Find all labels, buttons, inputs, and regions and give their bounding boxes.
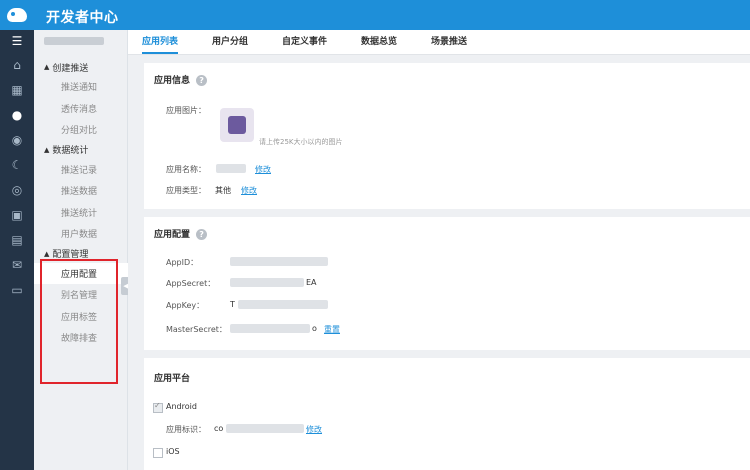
- main-content: 应用信息? 应用图片： 请上传25K大小以内的图片 应用名称： 修改 应用类型：…: [128, 55, 750, 470]
- appkey-head: T: [230, 300, 235, 309]
- tab-user-groups[interactable]: 用户分组: [212, 30, 248, 54]
- app-image[interactable]: [220, 108, 254, 142]
- appkey-value: [238, 300, 328, 309]
- eye-icon[interactable]: ◉: [0, 127, 34, 152]
- help-icon[interactable]: ?: [196, 229, 208, 240]
- app-type-label: 应用类型：: [166, 186, 206, 195]
- user-name: [34, 30, 127, 52]
- edit-app-id-link[interactable]: 修改: [306, 424, 322, 435]
- sidebar-item-app-tags[interactable]: 应用标签: [34, 306, 127, 328]
- nav-group-config[interactable]: ▲ 配置管理: [34, 245, 127, 263]
- push-icon[interactable]: ●: [0, 102, 34, 127]
- app-id-value: [226, 424, 304, 433]
- menu-icon[interactable]: ☰: [0, 30, 34, 52]
- icon-rail: ☰ ⌂ ▦ ● ◉ ☾ ◎ ▣ ▤ ✉ ▭: [0, 30, 34, 470]
- sidebar-item-user-data[interactable]: 用户数据: [34, 223, 127, 245]
- phone-icon[interactable]: ▣: [0, 202, 34, 227]
- app-image-hint: 请上传25K大小以内的图片: [259, 138, 343, 146]
- sidebar-item-troubleshoot[interactable]: 故障排查: [34, 327, 127, 349]
- mastersecret-value: [230, 324, 310, 333]
- moon-icon[interactable]: ☾: [0, 152, 34, 177]
- app-info-title: 应用信息?: [154, 73, 208, 86]
- top-bar: 开发者中心: [0, 0, 750, 30]
- fingerprint-icon[interactable]: ◎: [0, 177, 34, 202]
- sidebar-item-group-compare[interactable]: 分组对比: [34, 119, 127, 141]
- appsecret-value: [230, 278, 304, 287]
- caret-up-icon: ▲: [44, 145, 50, 154]
- app-title: 开发者中心: [46, 10, 119, 26]
- app-platform-card: 应用平台 Android 应用标识： co 修改 iOS: [144, 358, 750, 470]
- appkey-label: AppKey：: [166, 301, 205, 310]
- edit-app-name-link[interactable]: 修改: [255, 164, 271, 175]
- dashboard-icon[interactable]: ▦: [0, 77, 34, 102]
- mastersecret-label: MasterSecret：: [166, 325, 227, 334]
- app-config-title: 应用配置?: [154, 227, 208, 240]
- tab-scene-push[interactable]: 场景推送: [431, 30, 467, 54]
- app-config-card: 应用配置? AppID： AppSecret： EA AppKey： T Mas…: [144, 217, 750, 350]
- app-platform-title: 应用平台: [154, 374, 191, 384]
- sidebar-item-alias-manage[interactable]: 别名管理: [34, 284, 127, 306]
- android-checkbox[interactable]: [153, 401, 163, 413]
- reset-mastersecret-link[interactable]: 重置: [324, 324, 340, 335]
- app-info-card: 应用信息? 应用图片： 请上传25K大小以内的图片 应用名称： 修改 应用类型：…: [144, 63, 750, 209]
- message-icon[interactable]: ▭: [0, 277, 34, 302]
- help-icon[interactable]: ?: [196, 75, 208, 86]
- app-id-label: 应用标识：: [166, 425, 206, 434]
- nav-group-data-stats[interactable]: ▲ 数据统计: [34, 141, 127, 159]
- mail-icon[interactable]: ✉: [0, 252, 34, 277]
- sidebar-item-push-stats[interactable]: 推送统计: [34, 202, 127, 224]
- sidebar-item-push-records[interactable]: 推送记录: [34, 159, 127, 181]
- mastersecret-tail: o: [312, 324, 317, 333]
- appid-label: AppID：: [166, 258, 199, 267]
- app-name-value: [216, 164, 246, 173]
- sidebar-item-push-notification[interactable]: 推送通知: [34, 76, 127, 98]
- home-icon[interactable]: ⌂: [0, 52, 34, 77]
- app-id-head: co: [214, 424, 224, 433]
- ios-checkbox[interactable]: [153, 448, 163, 458]
- appid-value: [230, 257, 328, 266]
- nav-group-create-push[interactable]: ▲ 创建推送: [34, 58, 127, 76]
- sidebar-item-passthrough-message[interactable]: 透传消息: [34, 98, 127, 120]
- ios-label: iOS: [166, 447, 180, 456]
- app-image-label: 应用图片：: [166, 106, 206, 115]
- caret-up-icon: ▲: [44, 63, 50, 71]
- app-type-value: 其他: [215, 186, 231, 195]
- briefcase-icon[interactable]: ▤: [0, 227, 34, 252]
- appsecret-label: AppSecret：: [166, 279, 216, 288]
- sidebar-item-app-config[interactable]: 应用配置: [34, 262, 128, 284]
- app-name-label: 应用名称：: [166, 165, 206, 174]
- android-label: Android: [166, 402, 197, 411]
- side-nav: ▲ 创建推送 推送通知 透传消息 分组对比 ▲ 数据统计 推送记录 推送数据 推送统…: [34, 30, 128, 470]
- edit-app-type-link[interactable]: 修改: [241, 185, 257, 196]
- appsecret-tail: EA: [306, 278, 317, 287]
- sidebar-item-push-data[interactable]: 推送数据: [34, 180, 127, 202]
- tab-custom-events[interactable]: 自定义事件: [282, 30, 327, 54]
- tab-data-overview[interactable]: 数据总览: [361, 30, 397, 54]
- tab-bar: 应用列表 用户分组 自定义事件 数据总览 场景推送: [128, 30, 750, 55]
- whale-logo-icon[interactable]: [0, 0, 34, 30]
- tab-app-list[interactable]: 应用列表: [142, 30, 179, 54]
- caret-up-icon: ▲: [44, 249, 50, 258]
